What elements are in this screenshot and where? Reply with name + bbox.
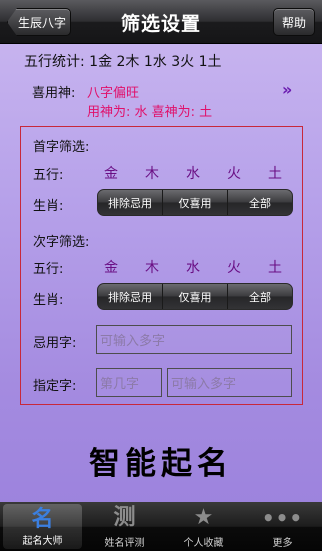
star-icon: ★ <box>193 505 214 530</box>
first-wuxing-option-mu[interactable]: 木 <box>140 163 164 183</box>
tab-label: 姓名评测 <box>104 538 145 549</box>
navigation-bar: 生辰八字 筛选设置 帮助 <box>0 0 322 44</box>
double-chevron-right-icon[interactable]: » <box>282 80 292 99</box>
tab-bar: 名 起名大师 测 姓名评测 ★ 个人收藏 ••• 更多 <box>0 502 322 551</box>
first-char-filter-title: 首字筛选: <box>33 140 90 155</box>
second-wuxing-option-tu[interactable]: 土 <box>263 257 287 277</box>
first-wuxing-label: 五行: <box>33 168 64 183</box>
first-wuxing-option-tu[interactable]: 土 <box>263 163 287 183</box>
smart-naming-title[interactable]: 智能起名 <box>0 438 322 483</box>
tab-label: 起名大师 <box>22 536 63 547</box>
second-wuxing-option-shui[interactable]: 水 <box>181 257 205 277</box>
zhiding-chars-input[interactable]: 可输入多字 <box>167 368 292 397</box>
tab-label: 个人收藏 <box>183 538 224 549</box>
wuxing-stats: 五行统计: 1金 2木 1水 3火 1土 <box>24 54 222 70</box>
first-wuxing-option-huo[interactable]: 火 <box>222 163 246 183</box>
tab-more[interactable]: ••• 更多 <box>243 502 322 551</box>
tab-qiming-dashi[interactable]: 名 起名大师 <box>3 504 82 549</box>
first-shengxiao-label: 生肖: <box>33 199 64 214</box>
tab-label: 更多 <box>272 538 293 549</box>
first-wuxing-option-jin[interactable]: 金 <box>99 163 123 183</box>
more-icon: ••• <box>261 506 304 530</box>
tab-geren-shoucang[interactable]: ★ 个人收藏 <box>164 502 243 551</box>
second-wuxing-option-mu[interactable]: 木 <box>140 257 164 277</box>
first-wuxing-option-shui[interactable]: 水 <box>181 163 205 183</box>
name-icon: 名 <box>31 507 54 532</box>
second-char-filter-title: 次字筛选: <box>33 235 90 250</box>
second-shengxiao-segmented-control[interactable]: 排除忌用 仅喜用 全部 <box>97 283 293 310</box>
bazi-strength-value: 八字偏旺 <box>87 86 140 101</box>
yongshen-value: 用神为: 水 喜神为: 土 <box>87 105 213 120</box>
second-wuxing-option-huo[interactable]: 火 <box>222 257 246 277</box>
segment-all[interactable]: 全部 <box>228 190 292 215</box>
zhiding-position-input[interactable]: 第几字 <box>96 368 162 397</box>
second-wuxing-option-jin[interactable]: 金 <box>99 257 123 277</box>
jiyong-input[interactable]: 可输入多字 <box>96 325 292 354</box>
first-shengxiao-segmented-control[interactable]: 排除忌用 仅喜用 全部 <box>97 189 293 216</box>
second-shengxiao-label: 生肖: <box>33 293 64 308</box>
xiyong-label: 喜用神: <box>32 86 76 101</box>
segment-exclude-ji[interactable]: 排除忌用 <box>98 190 163 215</box>
tab-xingming-pingce[interactable]: 测 姓名评测 <box>85 502 164 551</box>
second-wuxing-label: 五行: <box>33 262 64 277</box>
zhiding-label: 指定字: <box>33 379 77 394</box>
jiyong-label: 忌用字: <box>33 336 77 351</box>
help-button[interactable]: 帮助 <box>273 8 315 36</box>
segment-only-xiyong[interactable]: 仅喜用 <box>163 190 228 215</box>
segment-only-xiyong[interactable]: 仅喜用 <box>163 284 228 309</box>
segment-all[interactable]: 全部 <box>228 284 292 309</box>
segment-exclude-ji[interactable]: 排除忌用 <box>98 284 163 309</box>
test-icon: 测 <box>113 505 136 530</box>
